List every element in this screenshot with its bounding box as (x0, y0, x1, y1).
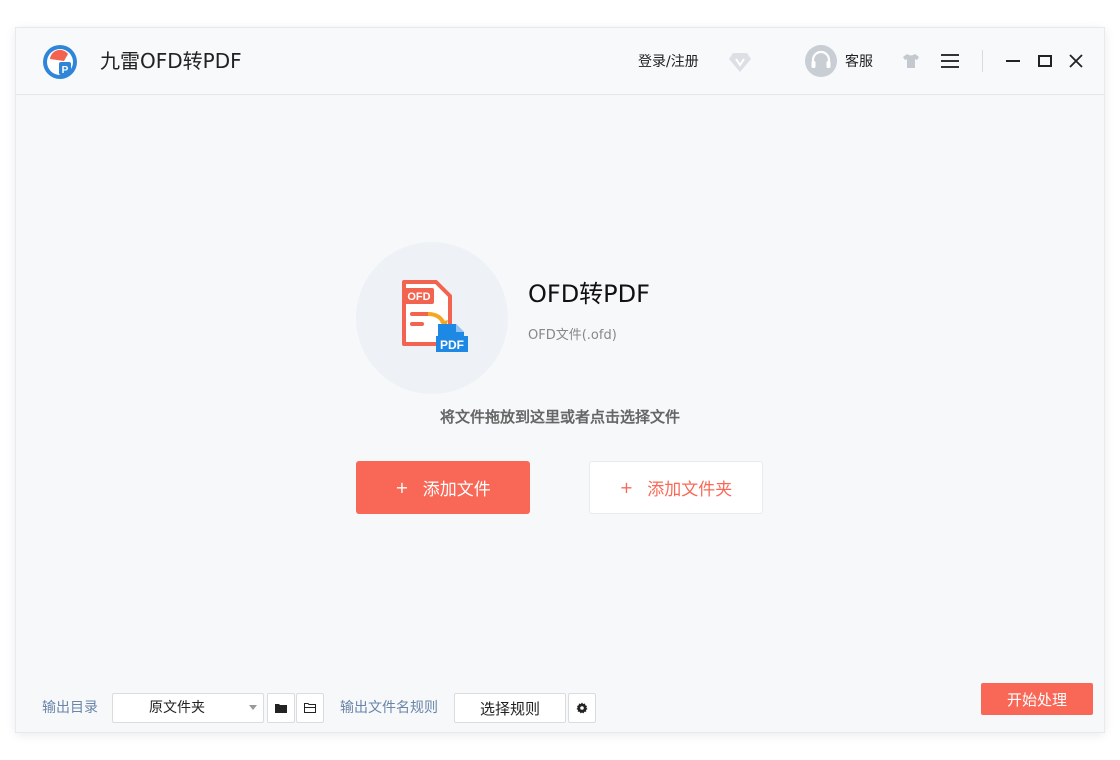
open-output-folder-button[interactable] (267, 693, 295, 723)
plus-icon: + (395, 478, 409, 497)
chevron-down-icon (249, 705, 257, 710)
output-dir-label: 输出目录 (42, 700, 98, 716)
titlebar-divider (982, 50, 983, 72)
close-icon[interactable] (1065, 50, 1087, 72)
drop-zone-hint[interactable]: 将文件拖放到这里或者点击选择文件 (16, 406, 1104, 428)
feature-title: OFD转PDF (528, 280, 650, 308)
skin-shirt-icon[interactable] (902, 53, 920, 69)
app-title: 九雷OFD转PDF (100, 49, 242, 73)
svg-text:P: P (62, 65, 69, 76)
rule-settings-button[interactable] (568, 693, 596, 723)
app-logo: P (43, 45, 77, 79)
ofd-to-pdf-icon: OFD PDF (402, 280, 468, 352)
folder-icon (275, 704, 287, 713)
customer-service-label: 客服 (845, 54, 873, 70)
gear-icon (576, 702, 588, 714)
minimize-icon[interactable] (1002, 50, 1024, 72)
ofd-badge-text: OFD (407, 291, 430, 303)
headset-icon (805, 45, 837, 77)
maximize-icon[interactable] (1034, 50, 1056, 72)
login-register-link[interactable]: 登录/注册 (638, 52, 699, 72)
output-dir-select[interactable]: 原文件夹 (112, 693, 264, 723)
pdf-badge-text: PDF (440, 338, 464, 352)
add-file-label: 添加文件 (422, 480, 491, 500)
plus-icon: + (619, 478, 634, 497)
app-window: P 九雷OFD转PDF 登录/注册 客服 OFD PDF OFD转PDF OFD… (16, 28, 1104, 732)
add-folder-button[interactable]: + 添加文件夹 (589, 461, 763, 514)
filename-rule-select[interactable]: 选择规则 (454, 693, 566, 723)
output-dir-value: 原文件夹 (149, 700, 205, 716)
menu-icon[interactable] (940, 52, 960, 70)
vip-diamond-icon[interactable] (728, 51, 752, 73)
start-processing-button[interactable]: 开始处理 (981, 683, 1093, 715)
feature-subtitle: OFD文件(.ofd) (528, 328, 617, 343)
title-bar: P 九雷OFD转PDF 登录/注册 客服 (16, 28, 1104, 95)
folder-open-icon (304, 703, 316, 713)
add-file-button[interactable]: + 添加文件 (356, 461, 530, 514)
filename-rule-label: 输出文件名规则 (340, 700, 438, 716)
add-folder-label: 添加文件夹 (647, 480, 733, 500)
browse-output-folder-button[interactable] (296, 693, 324, 723)
